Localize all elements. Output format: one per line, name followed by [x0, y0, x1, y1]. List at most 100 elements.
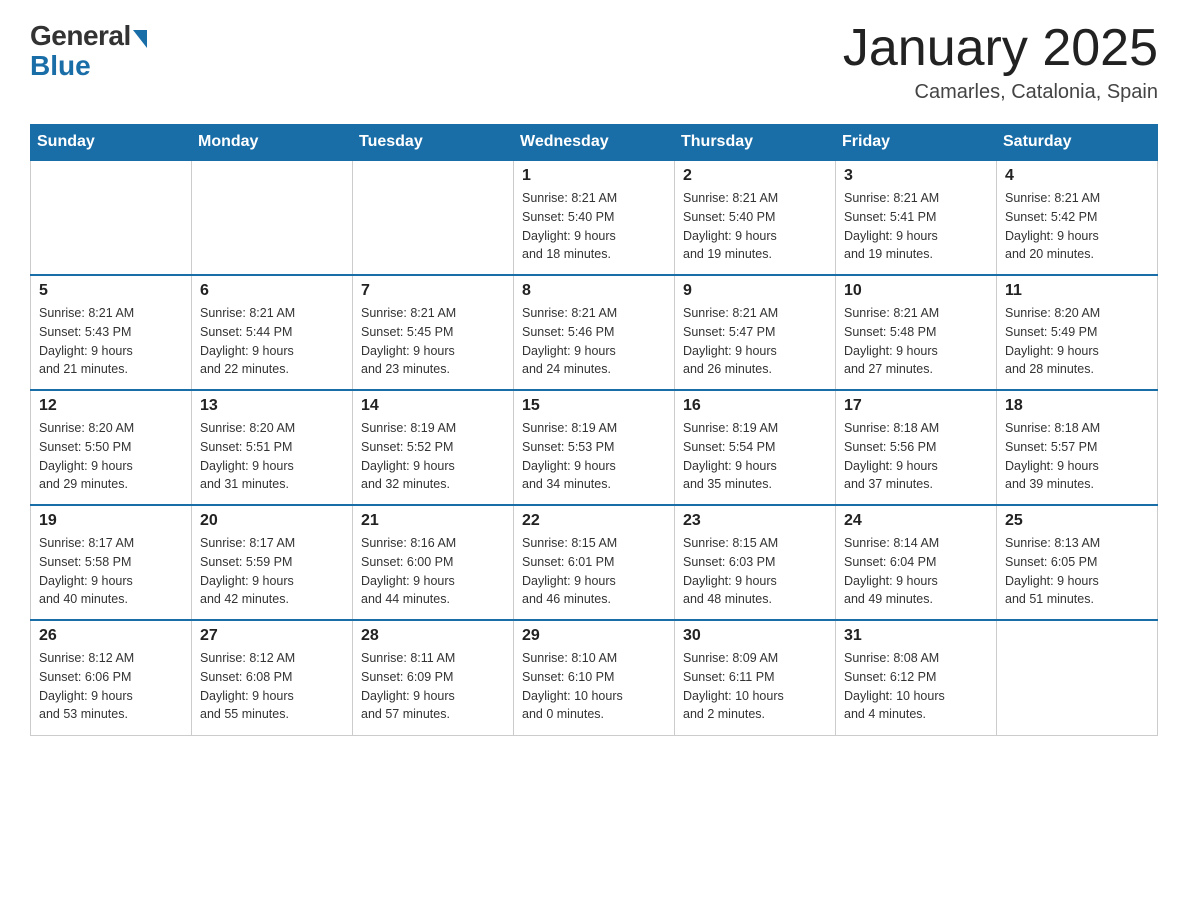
calendar-cell: 5Sunrise: 8:21 AMSunset: 5:43 PMDaylight…: [31, 275, 192, 390]
day-info: Sunrise: 8:19 AMSunset: 5:54 PMDaylight:…: [683, 419, 827, 494]
calendar-cell: 30 Sunrise: 8:09 AMSunset: 6:11 PMDayligh…: [675, 620, 836, 735]
calendar-cell: 9 Sunrise: 8:21 AMSunset: 5:47 PMDaylight…: [675, 275, 836, 390]
day-info: Sunrise: 8:14 AMSunset: 6:04 PMDaylight:…: [844, 534, 988, 609]
calendar-cell: 12 Sunrise: 8:20 AMSunset: 5:50 PMDayligh…: [31, 390, 192, 505]
calendar-cell: 27 Sunrise: 8:12 AMSunset: 6:08 PMDayligh…: [192, 620, 353, 735]
day-info: Sunrise: 8:13 AMSunset: 6:05 PMDaylight:…: [1005, 534, 1149, 609]
calendar-cell: 24 Sunrise: 8:14 AMSunset: 6:04 PMDayligh…: [836, 505, 997, 620]
day-number: 24: [844, 512, 988, 530]
day-number: 20: [200, 512, 344, 530]
calendar-cell: 21 Sunrise: 8:16 AMSunset: 6:00 PMDayligh…: [353, 505, 514, 620]
logo: General Blue: [30, 20, 147, 82]
weekday-header-tuesday: Tuesday: [353, 125, 514, 161]
day-info: Sunrise: 8:21 AMSunset: 5:40 PMDaylight:…: [683, 189, 827, 264]
day-info: Sunrise: 8:17 AMSunset: 5:59 PMDaylight:…: [200, 534, 344, 609]
day-number: 15: [522, 397, 666, 415]
day-info: Sunrise: 8:21 AMSunset: 5:44 PMDaylight:…: [200, 304, 344, 379]
calendar-cell: 28 Sunrise: 8:11 AMSunset: 6:09 PMDayligh…: [353, 620, 514, 735]
weekday-header-monday: Monday: [192, 125, 353, 161]
day-info: Sunrise: 8:18 AMSunset: 5:56 PMDaylight:…: [844, 419, 988, 494]
calendar-cell: 29Sunrise: 8:10 AMSunset: 6:10 PMDayligh…: [514, 620, 675, 735]
day-number: 6: [200, 282, 344, 300]
day-number: 12: [39, 397, 183, 415]
calendar-cell: 7 Sunrise: 8:21 AMSunset: 5:45 PMDaylight…: [353, 275, 514, 390]
day-number: 28: [361, 627, 505, 645]
calendar-cell: 20 Sunrise: 8:17 AMSunset: 5:59 PMDayligh…: [192, 505, 353, 620]
day-number: 21: [361, 512, 505, 530]
day-number: 26: [39, 627, 183, 645]
logo-arrow-icon: [133, 30, 147, 48]
calendar-cell: 26Sunrise: 8:12 AMSunset: 6:06 PMDayligh…: [31, 620, 192, 735]
day-info: Sunrise: 8:12 AMSunset: 6:08 PMDaylight:…: [200, 649, 344, 724]
weekday-header-thursday: Thursday: [675, 125, 836, 161]
day-info: Sunrise: 8:20 AMSunset: 5:50 PMDaylight:…: [39, 419, 183, 494]
weekday-header-sunday: Sunday: [31, 125, 192, 161]
day-number: 31: [844, 627, 988, 645]
calendar-cell: 31Sunrise: 8:08 AMSunset: 6:12 PMDayligh…: [836, 620, 997, 735]
day-info: Sunrise: 8:17 AMSunset: 5:58 PMDaylight:…: [39, 534, 183, 609]
calendar-cell: 2 Sunrise: 8:21 AMSunset: 5:40 PMDaylight…: [675, 160, 836, 275]
day-number: 27: [200, 627, 344, 645]
calendar-cell: 11 Sunrise: 8:20 AMSunset: 5:49 PMDayligh…: [997, 275, 1158, 390]
calendar-table: SundayMondayTuesdayWednesdayThursdayFrid…: [30, 124, 1158, 736]
weekday-header-saturday: Saturday: [997, 125, 1158, 161]
day-info: Sunrise: 8:21 AMSunset: 5:40 PMDaylight:…: [522, 189, 666, 264]
day-info: Sunrise: 8:15 AMSunset: 6:01 PMDaylight:…: [522, 534, 666, 609]
day-number: 29: [522, 627, 666, 645]
calendar-week-row-5: 26Sunrise: 8:12 AMSunset: 6:06 PMDayligh…: [31, 620, 1158, 735]
calendar-cell: [192, 160, 353, 275]
day-number: 17: [844, 397, 988, 415]
day-info: Sunrise: 8:18 AMSunset: 5:57 PMDaylight:…: [1005, 419, 1149, 494]
day-info: Sunrise: 8:21 AMSunset: 5:46 PMDaylight:…: [522, 304, 666, 379]
calendar-cell: 22 Sunrise: 8:15 AMSunset: 6:01 PMDayligh…: [514, 505, 675, 620]
weekday-header-friday: Friday: [836, 125, 997, 161]
calendar-cell: 10Sunrise: 8:21 AMSunset: 5:48 PMDayligh…: [836, 275, 997, 390]
day-number: 9: [683, 282, 827, 300]
month-title: January 2025: [843, 20, 1158, 77]
day-number: 10: [844, 282, 988, 300]
location-title: Camarles, Catalonia, Spain: [843, 81, 1158, 104]
calendar-cell: 13 Sunrise: 8:20 AMSunset: 5:51 PMDayligh…: [192, 390, 353, 505]
calendar-cell: 18Sunrise: 8:18 AMSunset: 5:57 PMDayligh…: [997, 390, 1158, 505]
day-number: 7: [361, 282, 505, 300]
day-info: Sunrise: 8:21 AMSunset: 5:45 PMDaylight:…: [361, 304, 505, 379]
day-number: 2: [683, 167, 827, 185]
page-header: General Blue January 2025 Camarles, Cata…: [30, 20, 1158, 104]
day-info: Sunrise: 8:19 AMSunset: 5:52 PMDaylight:…: [361, 419, 505, 494]
day-number: 19: [39, 512, 183, 530]
day-number: 22: [522, 512, 666, 530]
day-info: Sunrise: 8:21 AMSunset: 5:43 PMDaylight:…: [39, 304, 183, 379]
calendar-header-row: SundayMondayTuesdayWednesdayThursdayFrid…: [31, 125, 1158, 161]
day-number: 4: [1005, 167, 1149, 185]
day-info: Sunrise: 8:15 AMSunset: 6:03 PMDaylight:…: [683, 534, 827, 609]
calendar-cell: 3 Sunrise: 8:21 AMSunset: 5:41 PMDaylight…: [836, 160, 997, 275]
day-info: Sunrise: 8:09 AMSunset: 6:11 PMDaylight:…: [683, 649, 827, 724]
day-info: Sunrise: 8:21 AMSunset: 5:41 PMDaylight:…: [844, 189, 988, 264]
day-number: 3: [844, 167, 988, 185]
calendar-cell: 4Sunrise: 8:21 AMSunset: 5:42 PMDaylight…: [997, 160, 1158, 275]
day-info: Sunrise: 8:20 AMSunset: 5:51 PMDaylight:…: [200, 419, 344, 494]
calendar-week-row-4: 19 Sunrise: 8:17 AMSunset: 5:58 PMDayligh…: [31, 505, 1158, 620]
day-info: Sunrise: 8:11 AMSunset: 6:09 PMDaylight:…: [361, 649, 505, 724]
day-number: 11: [1005, 282, 1149, 300]
day-number: 16: [683, 397, 827, 415]
day-info: Sunrise: 8:21 AMSunset: 5:47 PMDaylight:…: [683, 304, 827, 379]
weekday-header-wednesday: Wednesday: [514, 125, 675, 161]
calendar-cell: 15 Sunrise: 8:19 AMSunset: 5:53 PMDayligh…: [514, 390, 675, 505]
day-number: 13: [200, 397, 344, 415]
day-info: Sunrise: 8:20 AMSunset: 5:49 PMDaylight:…: [1005, 304, 1149, 379]
logo-blue-text: Blue: [30, 50, 91, 82]
day-number: 25: [1005, 512, 1149, 530]
calendar-cell: 19 Sunrise: 8:17 AMSunset: 5:58 PMDayligh…: [31, 505, 192, 620]
calendar-week-row-3: 12 Sunrise: 8:20 AMSunset: 5:50 PMDayligh…: [31, 390, 1158, 505]
calendar-cell: [997, 620, 1158, 735]
day-number: 8: [522, 282, 666, 300]
calendar-cell: 1Sunrise: 8:21 AMSunset: 5:40 PMDaylight…: [514, 160, 675, 275]
calendar-cell: 8 Sunrise: 8:21 AMSunset: 5:46 PMDaylight…: [514, 275, 675, 390]
calendar-cell: 23Sunrise: 8:15 AMSunset: 6:03 PMDayligh…: [675, 505, 836, 620]
calendar-week-row-2: 5Sunrise: 8:21 AMSunset: 5:43 PMDaylight…: [31, 275, 1158, 390]
day-info: Sunrise: 8:16 AMSunset: 6:00 PMDaylight:…: [361, 534, 505, 609]
day-info: Sunrise: 8:19 AMSunset: 5:53 PMDaylight:…: [522, 419, 666, 494]
day-number: 30: [683, 627, 827, 645]
calendar-cell: 14Sunrise: 8:19 AMSunset: 5:52 PMDayligh…: [353, 390, 514, 505]
